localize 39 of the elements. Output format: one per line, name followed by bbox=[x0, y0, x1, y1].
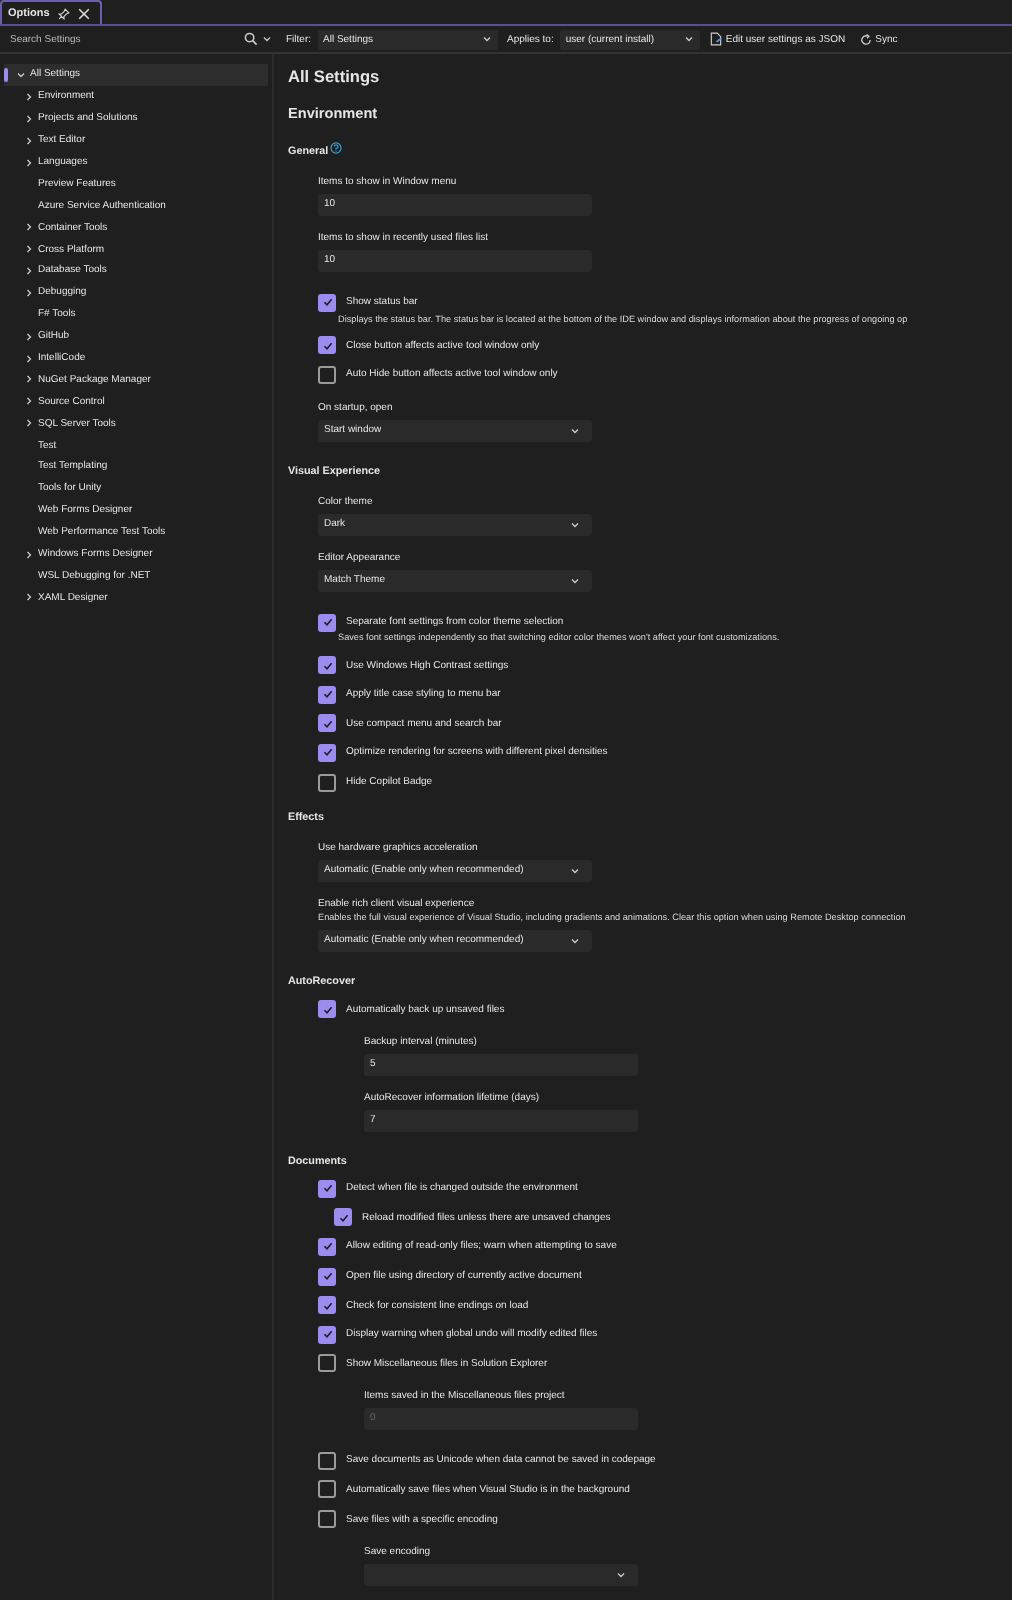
sync-icon bbox=[859, 33, 872, 45]
chevron-icon[interactable] bbox=[24, 157, 34, 167]
checkbox[interactable] bbox=[318, 613, 336, 632]
caret-icon bbox=[481, 34, 491, 44]
checkbox[interactable] bbox=[318, 656, 336, 675]
checkbox[interactable] bbox=[334, 1208, 352, 1227]
caret-icon[interactable] bbox=[262, 34, 272, 44]
checkbox[interactable] bbox=[318, 743, 336, 762]
caret-icon bbox=[570, 519, 580, 530]
checkbox[interactable] bbox=[318, 714, 336, 733]
help-icon[interactable] bbox=[330, 142, 343, 154]
checkbox[interactable] bbox=[318, 685, 336, 704]
caret-icon bbox=[570, 425, 580, 436]
caret-icon bbox=[570, 936, 580, 947]
checkbox[interactable] bbox=[318, 1480, 336, 1499]
checkbox[interactable] bbox=[318, 336, 336, 355]
checkbox[interactable] bbox=[318, 1354, 336, 1373]
search-icon[interactable] bbox=[244, 32, 258, 46]
checkbox[interactable] bbox=[318, 1296, 336, 1315]
checkbox[interactable] bbox=[318, 1267, 336, 1286]
caret-icon bbox=[683, 34, 694, 44]
chevron-icon[interactable] bbox=[24, 592, 34, 603]
checkbox[interactable] bbox=[318, 365, 336, 384]
checkbox[interactable] bbox=[318, 1000, 336, 1019]
caret-icon bbox=[570, 866, 580, 877]
checkbox[interactable] bbox=[318, 773, 336, 792]
checkbox[interactable] bbox=[318, 1451, 336, 1470]
file-edit-icon bbox=[709, 32, 722, 46]
checkbox[interactable] bbox=[318, 1510, 336, 1529]
caret-icon bbox=[616, 1569, 626, 1580]
checkbox[interactable] bbox=[318, 1237, 336, 1256]
caret-icon bbox=[570, 575, 580, 586]
checkbox[interactable] bbox=[318, 1325, 336, 1344]
checkbox[interactable] bbox=[318, 293, 336, 312]
checkbox[interactable] bbox=[318, 1179, 336, 1198]
close-icon[interactable] bbox=[77, 7, 90, 19]
chevron-icon[interactable] bbox=[24, 549, 34, 560]
page-title: All Settings bbox=[288, 64, 382, 90]
pin-icon[interactable] bbox=[57, 7, 70, 19]
